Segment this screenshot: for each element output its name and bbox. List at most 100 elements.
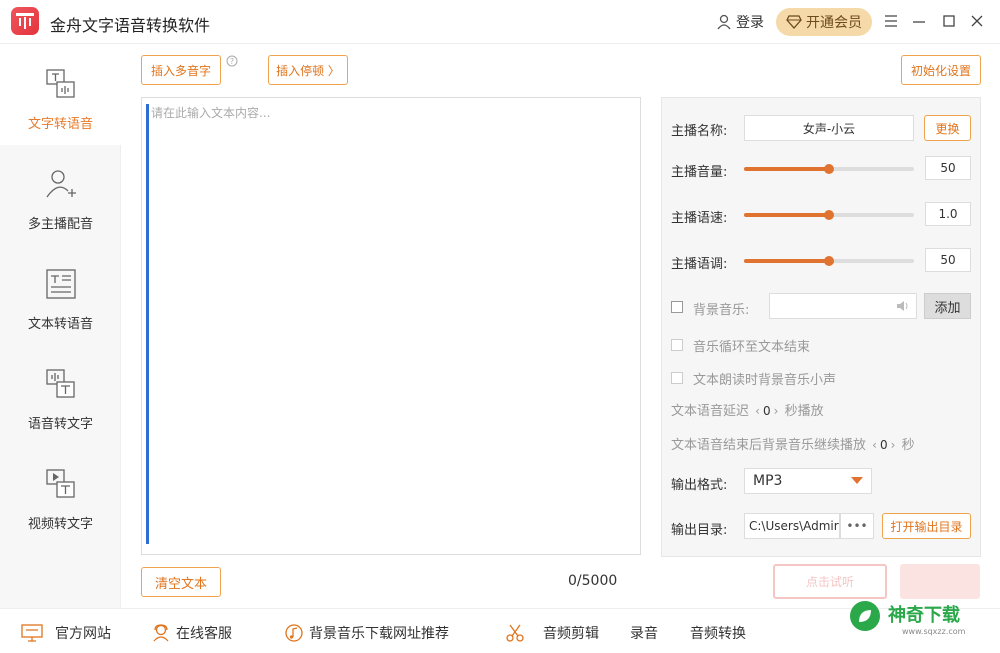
sidebar-item-label: 多主播配音 [27,217,93,232]
preview-button[interactable]: 点击试听 [773,564,887,599]
audio-convert-link[interactable]: 音频转换 [690,623,746,643]
sidebar-item-speech-to-text[interactable]: 语音转文字 [0,345,121,445]
bgm-file-field[interactable] [769,293,917,319]
record-label: 录音 [630,626,658,642]
user-icon [717,14,731,30]
format-select[interactable]: MP3 [744,468,872,494]
open-output-dir-button[interactable]: 打开输出目录 [882,513,971,539]
continue-row: 文本语音结束后背景音乐继续播放 ‹ 0 › 秒 [671,434,915,453]
official-site-label: 官方网站 [55,626,111,642]
reset-settings-button[interactable]: 初始化设置 [901,55,981,85]
bgm-download-link[interactable]: 背景音乐下载网址推荐 [285,623,449,643]
anchor-name-label: 主播名称: [671,124,728,139]
online-service-link[interactable]: 在线客服 [152,623,232,643]
duck-checkbox[interactable] [671,372,683,384]
sidebar-item-label: 文字转语音 [27,117,93,132]
bottom-bar: 官方网站 在线客服 背景音乐下载网址推荐 音频剪辑 录音 音频转换 神奇下载 w… [0,601,1000,653]
login-button[interactable]: 登录 [716,12,764,32]
pitch-value[interactable]: 50 [925,248,971,272]
delay-prefix: 文本语音延迟 [671,404,750,419]
settings-panel: 主播名称: 女声-小云 更换 主播音量: 50 主播语速: 1.0 主播语调: … [661,97,981,557]
loop-label: 音乐循环至文本结束 [693,340,811,355]
dir-field[interactable]: C:\Users\Admir [744,513,840,539]
record-link[interactable]: 录音 [630,623,658,643]
sidebar-item-document-to-speech[interactable]: 文本转语音 [0,245,121,345]
speech-to-text-icon [45,369,75,398]
pitch-slider[interactable] [744,256,914,266]
service-icon [153,624,169,642]
continue-value: 0 [879,438,888,452]
audio-convert-label: 音频转换 [690,626,746,642]
speed-label: 主播语速: [671,211,728,226]
bgm-checkbox[interactable] [671,301,683,313]
watermark-url: www.sqxzz.com [902,627,966,636]
clear-text-button[interactable]: 清空文本 [141,567,221,597]
online-service-label: 在线客服 [176,626,232,642]
pitch-label: 主播语调: [671,257,728,272]
login-label: 登录 [736,15,764,31]
start-convert-button[interactable] [900,564,980,599]
sidebar-item-label: 视频转文字 [27,517,93,532]
browse-dir-button[interactable]: ••• [840,513,874,539]
bgm-add-button[interactable]: 添加 [924,293,971,319]
sidebar-item-text-to-speech[interactable]: 文字转语音 [0,45,121,145]
speed-slider[interactable] [744,210,914,220]
help-icon[interactable]: ? [226,55,238,67]
delay-suffix: 秒播放 [784,404,824,419]
svg-text:?: ? [230,57,234,66]
sidebar-item-label: 文本转语音 [27,317,93,332]
diamond-icon [786,15,802,29]
scissors-icon [506,624,524,642]
app-logo-icon [11,7,39,35]
volume-label: 主播音量: [671,165,728,180]
bgm-download-label: 背景音乐下载网址推荐 [309,626,449,642]
volume-value[interactable]: 50 [925,156,971,180]
vip-label: 开通会员 [806,15,862,31]
menu-icon[interactable] [882,12,900,30]
sidebar-item-multi-anchor[interactable]: 多主播配音 [0,145,121,245]
music-icon [285,624,303,642]
insert-polyphone-button[interactable]: 插入多音字 [141,55,221,85]
app-title: 金舟文字语音转换软件 [50,16,211,35]
video-to-text-icon [45,469,75,498]
format-value: MP3 [753,473,783,489]
loop-checkbox[interactable] [671,339,683,351]
anchor-name-field[interactable]: 女声-小云 [744,115,914,141]
insert-pause-button[interactable]: 插入停顿 〉 [268,55,348,85]
sidebar-item-label: 语音转文字 [27,417,93,432]
leaf-icon [850,601,880,631]
close-icon[interactable] [968,12,986,30]
audio-cut-label: 音频剪辑 [543,626,599,642]
continue-prefix: 文本语音结束后背景音乐继续播放 [671,438,867,453]
preview-label: 点击试听 [805,575,854,589]
volume-slider[interactable] [744,164,914,174]
text-input[interactable] [146,104,636,544]
change-anchor-button[interactable]: 更换 [924,115,971,141]
maximize-icon[interactable] [940,12,958,30]
format-label: 输出格式: [671,478,728,493]
text-editor [141,97,641,555]
char-count: 0/5000 [568,573,618,589]
continue-suffix: 秒 [901,438,915,453]
bgm-label: 背景音乐: [693,303,750,318]
dir-label: 输出目录: [671,523,728,538]
sidebar-item-video-to-text[interactable]: 视频转文字 [0,445,121,545]
vip-button[interactable]: 开通会员 [776,8,872,36]
watermark: 神奇下载 www.sqxzz.com [850,601,990,647]
sidebar: 文字转语音 多主播配音 文本转语音 语音转文字 视频转文字 [0,45,121,608]
audio-cut-link[interactable]: 音频剪辑 [505,623,599,643]
document-icon [45,269,76,299]
minimize-icon[interactable] [910,12,928,30]
monitor-icon [21,624,43,642]
text-to-speech-icon [45,69,75,98]
continue-stepper[interactable]: ‹ 0 › [870,438,897,452]
chevron-down-icon [851,477,863,484]
official-site-link[interactable]: 官方网站 [21,623,111,643]
duck-label: 文本朗读时背景音乐小声 [693,373,837,388]
delay-row: 文本语音延迟 ‹ 0 › 秒播放 [671,400,824,419]
speaker-icon [897,301,908,311]
delay-value: 0 [762,404,771,418]
speed-value[interactable]: 1.0 [925,202,971,226]
delay-stepper[interactable]: ‹ 0 › [753,404,780,418]
title-bar: 金舟文字语音转换软件 登录 开通会员 [0,0,1000,44]
